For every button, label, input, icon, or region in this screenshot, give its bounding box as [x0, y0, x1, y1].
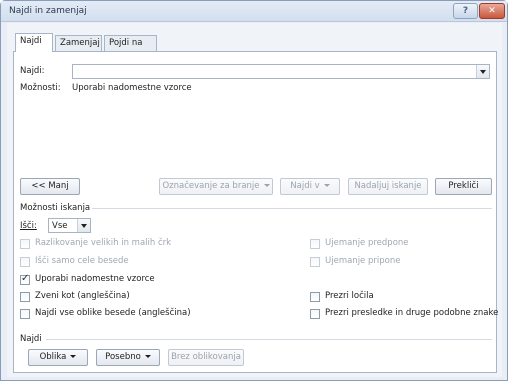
divider	[46, 339, 492, 340]
chevron-down-icon	[144, 355, 151, 358]
find-section-title: Najdi	[20, 334, 42, 344]
cancel-label: Prekliči	[448, 181, 479, 191]
find-replace-window: Najdi in zamenjaj ? ✕ Najdi Zamenjaj Poj…	[0, 0, 508, 381]
options-label: Možnosti:	[20, 83, 61, 93]
find-next-button[interactable]: Nadaljuj iskanje	[348, 178, 428, 195]
chevron-down-icon	[70, 355, 77, 358]
no-formatting-button[interactable]: Brez oblikovanja	[168, 349, 244, 366]
less-button[interactable]: << Manj	[20, 178, 80, 195]
search-direction-label: Išči:	[20, 221, 37, 231]
chevron-down-icon	[263, 184, 270, 187]
search-direction-select[interactable]: Vse	[48, 218, 91, 233]
ignore-whitespace-label: Prezri presledke in druge podobne znake	[325, 308, 499, 318]
all-word-forms-label: Najdi vse oblike besede (angleščina)	[35, 308, 191, 318]
find-history-dropdown[interactable]	[476, 65, 489, 78]
whole-words-label: Išči samo cele besede	[35, 256, 129, 266]
no-formatting-label: Brez oblikovanja	[171, 352, 241, 362]
close-button[interactable]: ✕	[479, 3, 505, 19]
chevron-down-icon[interactable]	[77, 219, 90, 232]
checkbox[interactable]	[20, 239, 30, 249]
ignore-punctuation-label: Prezri ločila	[325, 291, 374, 301]
tab-goto[interactable]: Pojdi na	[104, 35, 157, 51]
cancel-button[interactable]: Prekliči	[435, 178, 492, 195]
checkbox[interactable]	[310, 292, 320, 302]
checkbox[interactable]	[20, 292, 30, 302]
match-prefix-label: Ujemanje predpone	[325, 238, 409, 248]
checkbox[interactable]	[310, 257, 320, 267]
chevron-down-icon	[323, 184, 330, 187]
checkbox[interactable]	[20, 257, 30, 267]
less-button-label: << Manj	[31, 181, 69, 191]
checkbox[interactable]	[310, 309, 320, 319]
search-direction-value: Vse	[52, 221, 68, 231]
find-panel: Najdi: Možnosti: Uporabi nadomestne vzor…	[13, 51, 499, 373]
help-button[interactable]: ?	[453, 3, 478, 19]
find-next-label: Nadaljuj iskanje	[354, 181, 422, 191]
checkbox-checked[interactable]	[20, 273, 30, 285]
tab-find[interactable]: Najdi	[15, 33, 53, 52]
match-suffix-label: Ujemanje pripone	[325, 256, 401, 266]
tab-replace[interactable]: Zamenjaj	[55, 35, 102, 51]
find-input[interactable]	[72, 64, 490, 79]
format-button[interactable]: Oblika	[28, 349, 88, 366]
search-options-title: Možnosti iskanja	[20, 203, 91, 213]
title-bar[interactable]: Najdi in zamenjaj ? ✕	[1, 1, 507, 22]
sounds-like-label: Zveni kot (angleščina)	[35, 291, 130, 301]
special-button[interactable]: Posebno	[96, 349, 160, 366]
checkbox[interactable]	[310, 239, 320, 249]
divider	[92, 208, 492, 209]
checkbox[interactable]	[20, 309, 30, 319]
format-label: Oblika	[39, 352, 67, 362]
wildcards-label: Uporabi nadomestne vzorce	[35, 274, 155, 284]
window-title: Najdi in zamenjaj	[9, 6, 87, 16]
reading-highlight-label: Označevanje za branje	[162, 181, 260, 191]
find-label: Najdi:	[20, 66, 45, 76]
dialog-body: Najdi Zamenjaj Pojdi na Najdi: Možnosti:…	[7, 23, 502, 377]
special-label: Posebno	[105, 352, 141, 362]
find-in-label: Najdi v	[290, 181, 320, 191]
match-case-label: Razlikovanje velikih in malih črk	[35, 238, 172, 248]
options-value: Uporabi nadomestne vzorce	[72, 83, 192, 93]
find-in-button[interactable]: Najdi v	[280, 178, 340, 195]
reading-highlight-button[interactable]: Označevanje za branje	[159, 178, 273, 195]
